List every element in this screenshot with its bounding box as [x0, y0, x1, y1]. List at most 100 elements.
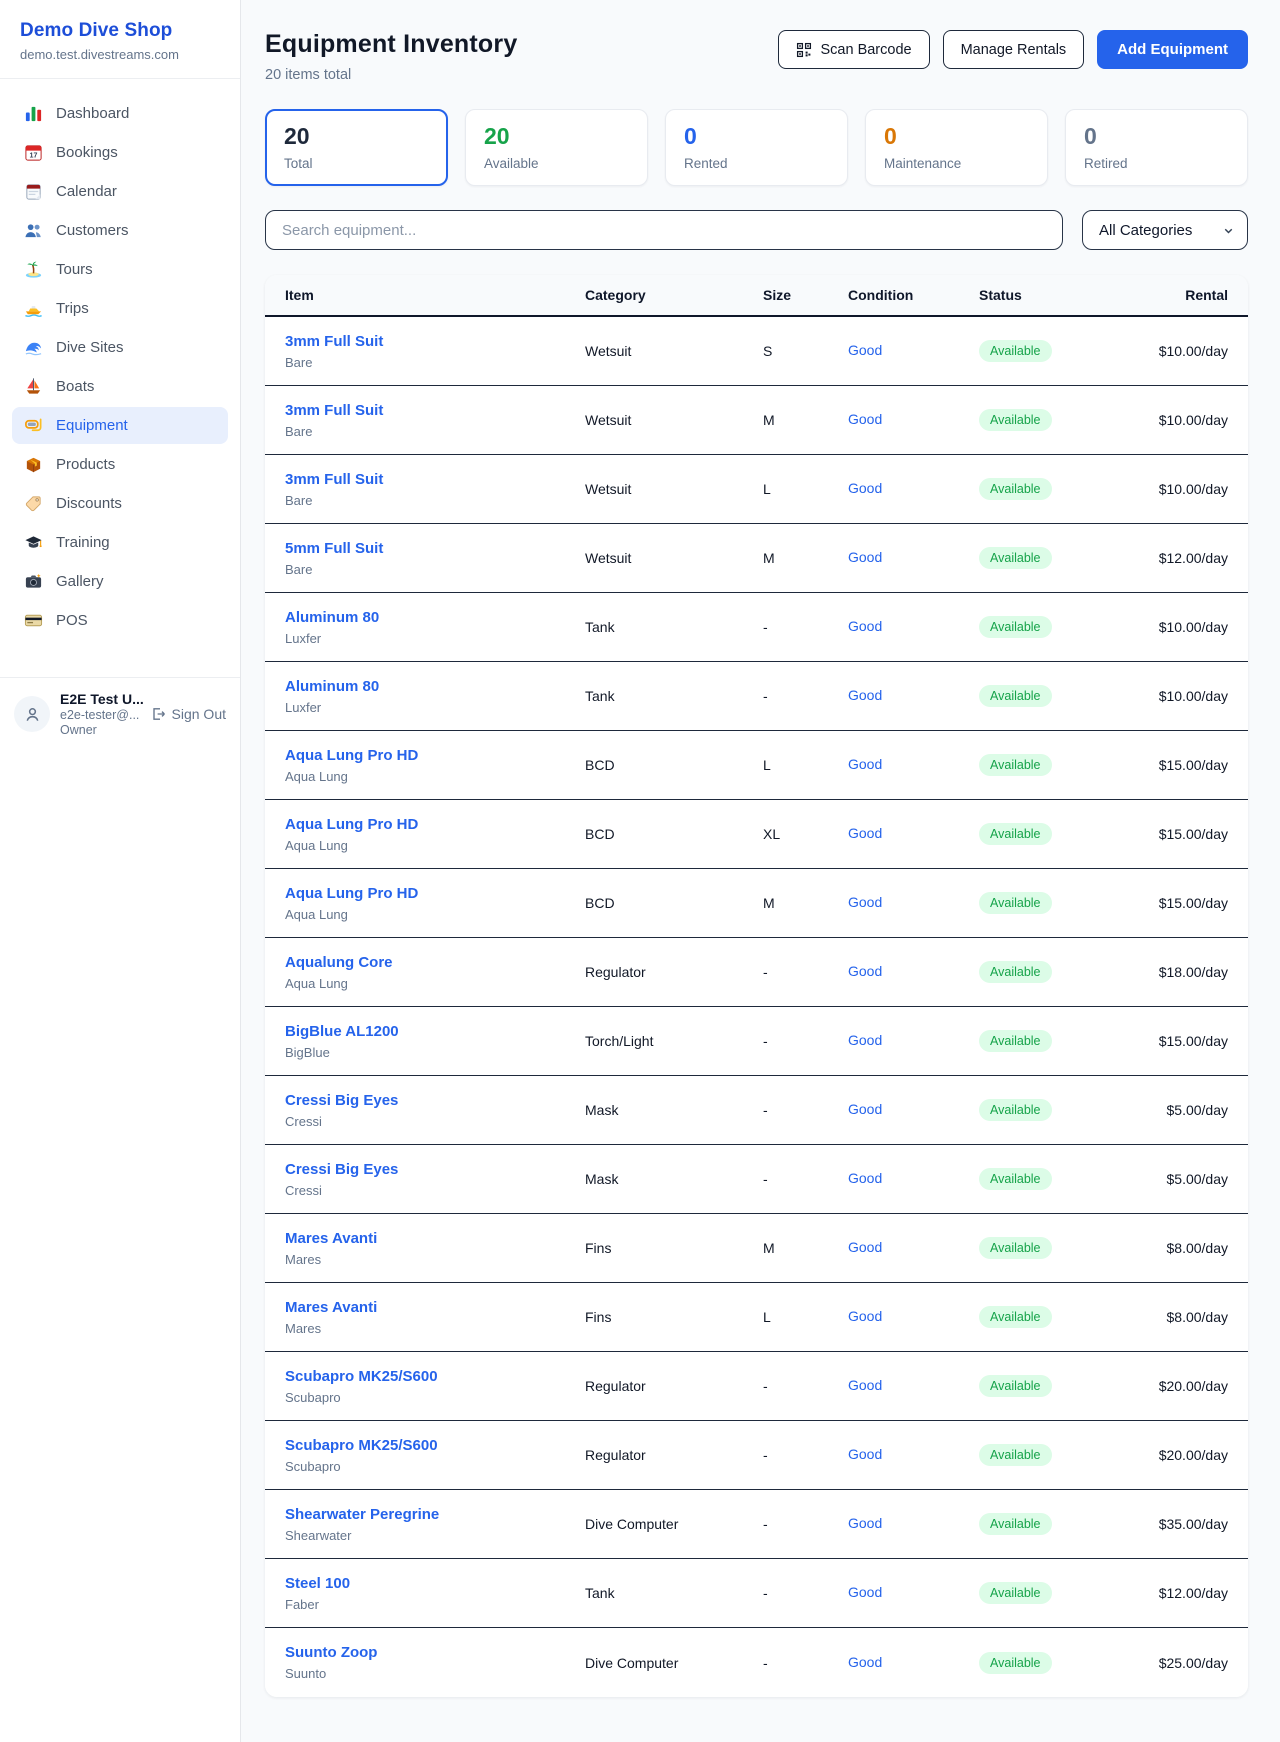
- app: Demo Dive Shop demo.test.divestreams.com…: [0, 0, 1280, 1742]
- item-name-link[interactable]: Scubapro MK25/S600: [285, 1437, 438, 1454]
- condition-link[interactable]: Good: [848, 1446, 882, 1462]
- scan-barcode-button[interactable]: Scan Barcode: [778, 30, 929, 69]
- products-icon: [24, 455, 43, 474]
- condition-link[interactable]: Good: [848, 342, 882, 358]
- shop-name: Demo Dive Shop: [20, 20, 220, 42]
- condition-link[interactable]: Good: [848, 1377, 882, 1393]
- search-input[interactable]: [265, 210, 1063, 250]
- sidebar-item-pos[interactable]: POS: [12, 602, 228, 639]
- sidebar-item-training[interactable]: Training: [12, 524, 228, 561]
- condition-link[interactable]: Good: [848, 1170, 882, 1186]
- table-row: Cressi Big Eyes Cressi Mask - Good Avail…: [265, 1076, 1248, 1145]
- condition-link[interactable]: Good: [848, 1239, 882, 1255]
- status-badge: Available: [979, 823, 1052, 845]
- item-name-link[interactable]: Suunto Zoop: [285, 1644, 377, 1661]
- item-name-link[interactable]: Aqua Lung Pro HD: [285, 885, 418, 902]
- item-size: -: [763, 1585, 848, 1601]
- condition-link[interactable]: Good: [848, 894, 882, 910]
- item-brand: Luxfer: [285, 631, 585, 646]
- sidebar-item-customers[interactable]: Customers: [12, 212, 228, 249]
- item-name-link[interactable]: Aqua Lung Pro HD: [285, 747, 418, 764]
- item-brand: Bare: [285, 424, 585, 439]
- item-name-link[interactable]: Aluminum 80: [285, 609, 379, 626]
- manage-rentals-label: Manage Rentals: [961, 42, 1067, 58]
- sidebar-item-dashboard[interactable]: Dashboard: [12, 95, 228, 132]
- status-badge: Available: [979, 1444, 1052, 1466]
- stat-maintenance-value: 0: [884, 123, 1029, 150]
- item-name-link[interactable]: Cressi Big Eyes: [285, 1161, 398, 1178]
- stat-card-total[interactable]: 20 Total: [265, 109, 448, 186]
- condition-link[interactable]: Good: [848, 756, 882, 772]
- condition-link[interactable]: Good: [848, 825, 882, 841]
- item-rental: $18.00/day: [1129, 964, 1228, 980]
- item-size: -: [763, 1102, 848, 1118]
- manage-rentals-button[interactable]: Manage Rentals: [943, 30, 1085, 69]
- item-name-link[interactable]: Scubapro MK25/S600: [285, 1368, 438, 1385]
- boats-icon: [24, 377, 43, 396]
- condition-link[interactable]: Good: [848, 1654, 882, 1670]
- item-name-link[interactable]: 3mm Full Suit: [285, 471, 383, 488]
- item-rental: $15.00/day: [1129, 895, 1228, 911]
- sidebar-item-gallery[interactable]: Gallery: [12, 563, 228, 600]
- item-name-link[interactable]: 5mm Full Suit: [285, 540, 383, 557]
- table-row: Suunto Zoop Suunto Dive Computer - Good …: [265, 1628, 1248, 1697]
- item-name-link[interactable]: Shearwater Peregrine: [285, 1506, 439, 1523]
- item-category: Wetsuit: [585, 343, 763, 359]
- item-size: M: [763, 412, 848, 428]
- condition-link[interactable]: Good: [848, 1308, 882, 1324]
- sidebar-item-calendar[interactable]: Calendar: [12, 173, 228, 210]
- add-equipment-button[interactable]: Add Equipment: [1097, 30, 1248, 69]
- item-brand: Suunto: [285, 1666, 585, 1681]
- item-name-link[interactable]: Mares Avanti: [285, 1299, 377, 1316]
- sidebar-item-equipment[interactable]: Equipment: [12, 407, 228, 444]
- stat-maintenance-label: Maintenance: [884, 156, 1029, 171]
- sidebar-item-bookings[interactable]: 17 Bookings: [12, 134, 228, 171]
- item-brand: Faber: [285, 1597, 585, 1612]
- item-category: Dive Computer: [585, 1516, 763, 1532]
- item-rental: $5.00/day: [1129, 1102, 1228, 1118]
- category-select[interactable]: All Categories: [1082, 210, 1248, 250]
- item-name-link[interactable]: Aqua Lung Pro HD: [285, 816, 418, 833]
- condition-link[interactable]: Good: [848, 480, 882, 496]
- sidebar-item-trips[interactable]: Trips: [12, 290, 228, 327]
- brand-header: Demo Dive Shop demo.test.divestreams.com: [0, 0, 240, 79]
- stat-cards: 20 Total 20 Available 0 Rented 0 Mainten…: [265, 109, 1248, 186]
- condition-link[interactable]: Good: [848, 618, 882, 634]
- condition-link[interactable]: Good: [848, 1101, 882, 1117]
- item-rental: $20.00/day: [1129, 1378, 1228, 1394]
- status-badge: Available: [979, 1513, 1052, 1535]
- condition-link[interactable]: Good: [848, 1584, 882, 1600]
- item-name-link[interactable]: Cressi Big Eyes: [285, 1092, 398, 1109]
- condition-link[interactable]: Good: [848, 963, 882, 979]
- item-name-link[interactable]: Steel 100: [285, 1575, 350, 1592]
- scan-barcode-label: Scan Barcode: [820, 42, 911, 58]
- sidebar-item-products[interactable]: Products: [12, 446, 228, 483]
- pos-icon: [24, 611, 43, 630]
- item-name-link[interactable]: Aqualung Core: [285, 954, 393, 971]
- status-badge: Available: [979, 754, 1052, 776]
- item-brand: Scubapro: [285, 1390, 585, 1405]
- condition-link[interactable]: Good: [848, 549, 882, 565]
- stat-card-rented[interactable]: 0 Rented: [665, 109, 848, 186]
- page-header: Equipment Inventory 20 items total Scan …: [265, 30, 1248, 83]
- item-name-link[interactable]: 3mm Full Suit: [285, 333, 383, 350]
- condition-link[interactable]: Good: [848, 1515, 882, 1531]
- item-name-link[interactable]: BigBlue AL1200: [285, 1023, 399, 1040]
- item-name-link[interactable]: 3mm Full Suit: [285, 402, 383, 419]
- item-brand: Aqua Lung: [285, 838, 585, 853]
- item-rental: $10.00/day: [1129, 619, 1228, 635]
- sidebar-item-dive-sites[interactable]: Dive Sites: [12, 329, 228, 366]
- col-size: Size: [763, 287, 848, 303]
- condition-link[interactable]: Good: [848, 411, 882, 427]
- item-name-link[interactable]: Mares Avanti: [285, 1230, 377, 1247]
- sidebar-item-discounts[interactable]: Discounts: [12, 485, 228, 522]
- stat-card-retired[interactable]: 0 Retired: [1065, 109, 1248, 186]
- condition-link[interactable]: Good: [848, 687, 882, 703]
- stat-card-available[interactable]: 20 Available: [465, 109, 648, 186]
- sidebar-item-tours[interactable]: Tours: [12, 251, 228, 288]
- condition-link[interactable]: Good: [848, 1032, 882, 1048]
- sign-out-button[interactable]: Sign Out: [150, 706, 226, 722]
- sidebar-item-boats[interactable]: Boats: [12, 368, 228, 405]
- stat-card-maintenance[interactable]: 0 Maintenance: [865, 109, 1048, 186]
- item-name-link[interactable]: Aluminum 80: [285, 678, 379, 695]
